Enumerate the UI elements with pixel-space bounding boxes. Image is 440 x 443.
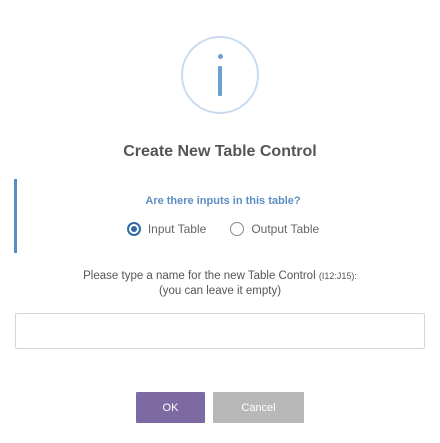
input-table-radio[interactable] — [126, 222, 141, 236]
info-icon-dot — [218, 54, 223, 59]
ok-button[interactable]: OK — [136, 392, 205, 423]
cancel-button[interactable]: Cancel — [213, 392, 304, 423]
name-prompt-range: (I12:J15): — [318, 271, 357, 281]
output-table-option[interactable]: Output Table — [230, 222, 319, 236]
name-prompt: Please type a name for the new Table Con… — [0, 269, 440, 299]
name-prompt-line1: Please type a name for the new Table Con… — [83, 270, 316, 282]
table-type-radio-group: Input Table Output Table — [17, 222, 429, 236]
output-table-label: Output Table — [251, 222, 320, 236]
input-table-label: Input Table — [147, 222, 207, 236]
name-prompt-line2: (you can leave it empty) — [158, 285, 282, 297]
table-name-input[interactable] — [15, 313, 425, 349]
info-icon — [181, 36, 259, 114]
table-type-panel: Are there inputs in this table? Input Ta… — [14, 179, 426, 253]
input-table-option[interactable]: Input Table — [126, 222, 207, 236]
create-table-control-dialog: Create New Table Control Are there input… — [0, 0, 440, 443]
dialog-title: Create New Table Control — [123, 143, 317, 160]
table-type-question: Are there inputs in this table? — [145, 195, 301, 207]
output-table-radio[interactable] — [230, 222, 245, 236]
info-icon-bar — [218, 66, 222, 96]
